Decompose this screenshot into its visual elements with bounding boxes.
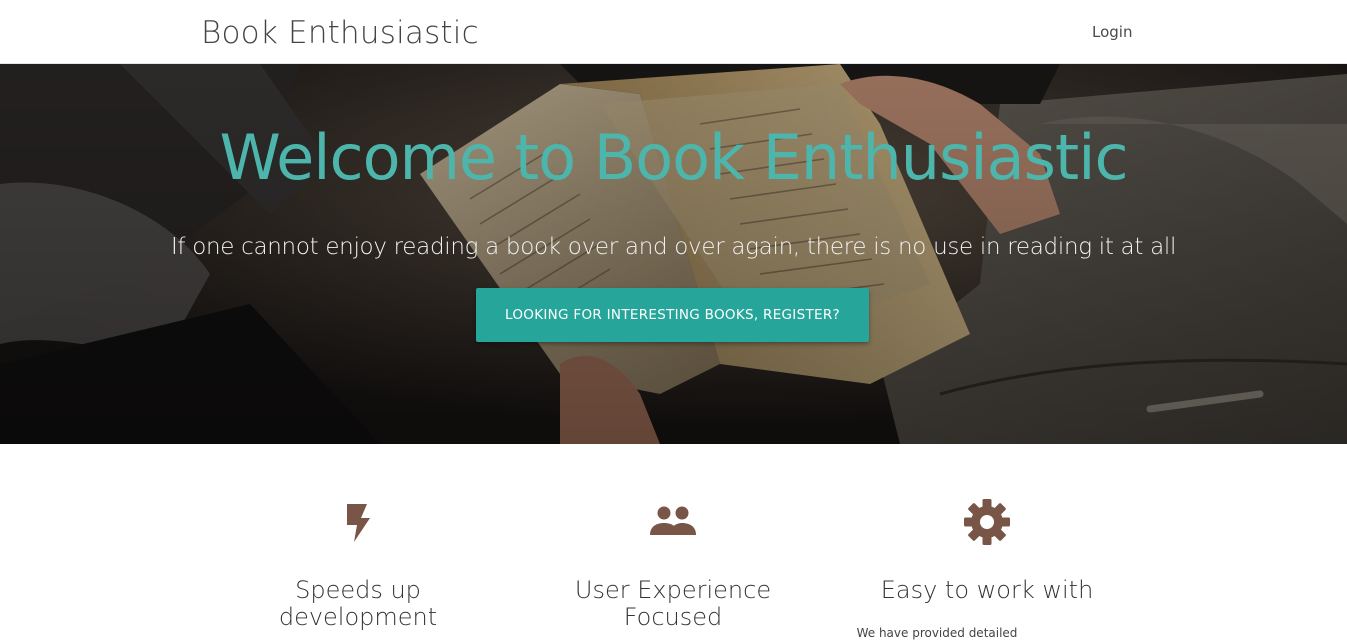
feature-title: Speeds up development <box>208 577 508 631</box>
feature-title-line1: Easy to work with <box>880 576 1094 604</box>
feature-title-line2: Focused <box>623 603 723 631</box>
people-icon <box>650 506 696 535</box>
feature-title-line1: User Experience <box>574 576 772 604</box>
features-section: Speeds up development User Experience Fo… <box>0 444 1347 640</box>
feature-description: We have provided detailed <box>856 626 1018 640</box>
feature-title-line2: development <box>278 603 438 631</box>
feature-title-line1: Speeds up <box>295 576 421 604</box>
bolt-icon <box>347 504 370 542</box>
top-navbar: Book Enthusiastic Login <box>0 0 1347 64</box>
register-cta-button[interactable]: LOOKING FOR INTERESTING BOOKS, REGISTER? <box>476 288 869 342</box>
hero-section: Welcome to Book Enthusiastic If one cann… <box>0 64 1347 444</box>
hero-subtitle: If one cannot enjoy reading a book over … <box>170 234 1177 260</box>
brand-logo-link[interactable]: Book Enthusiastic <box>201 14 479 52</box>
feature-title: User Experience Focused <box>523 577 823 631</box>
feature-title: Easy to work with <box>837 577 1137 604</box>
hero-title: Welcome to Book Enthusiastic <box>219 121 1128 194</box>
login-link[interactable]: Login <box>1092 22 1132 42</box>
gear-icon <box>964 499 1010 545</box>
